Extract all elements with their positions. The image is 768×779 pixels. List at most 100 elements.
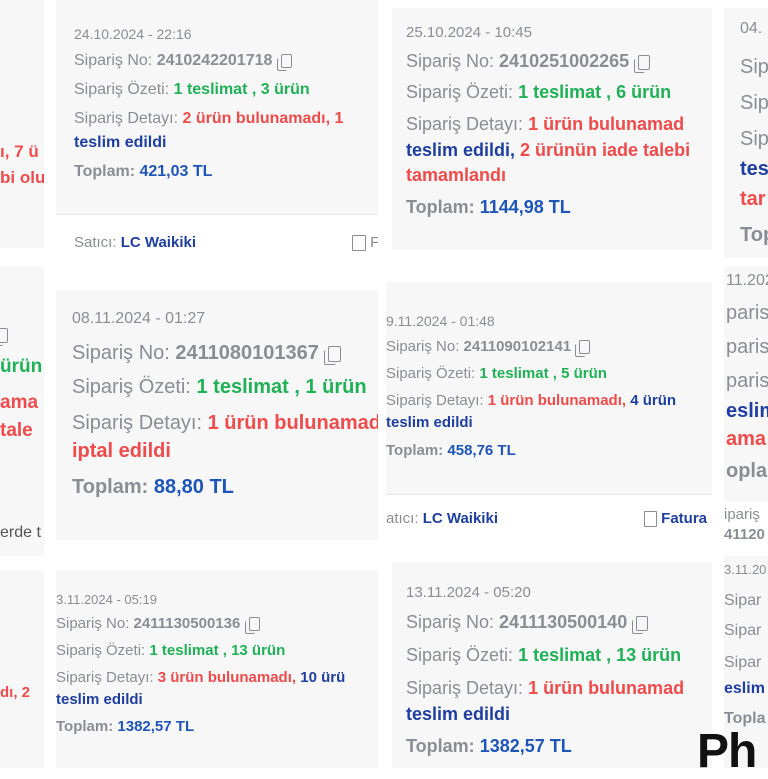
copy-icon[interactable]	[276, 53, 292, 71]
order-no-label: Sip	[740, 56, 768, 78]
order-no-label: Sipariş No:	[406, 51, 495, 71]
order-no-label: ipariş	[724, 506, 760, 523]
total-value: 88,80 TL	[153, 476, 234, 498]
order-status: tes	[740, 158, 768, 180]
order-column-3: 25.10.2024 - 10:45 Sipariş No: 241025100…	[386, 0, 712, 768]
detail-fragment: ama	[0, 392, 39, 413]
order-summary-value: 1 teslimat , 13 ürün	[518, 645, 682, 665]
copy-icon[interactable]	[634, 54, 651, 73]
order-date: 3.11.2024 - 05:19	[56, 592, 157, 607]
order-detail-label: Sip	[740, 128, 768, 150]
order-summary-label: Sipariş Özeti:	[386, 365, 476, 382]
order-detail-value: 1 ürün bulunamad	[528, 678, 685, 698]
summary-fragment: ürün	[0, 356, 43, 377]
copy-icon[interactable]	[0, 327, 8, 346]
order-card[interactable]: dı, 2	[0, 570, 44, 768]
total-label: Toplam:	[74, 163, 136, 180]
total-label: Toplam:	[406, 197, 475, 217]
order-summary-value: 1 teslimat , 13 ürün	[149, 642, 286, 659]
order-card[interactable]: ipariş 41120	[724, 502, 768, 552]
order-card[interactable]: 9.11.2024 - 01:48 Sipariş No: 2411090102…	[386, 282, 712, 494]
order-card[interactable]: 11.202 paris paris paris eslim ama oplar	[724, 266, 768, 502]
text-fragment: erde t	[0, 524, 41, 541]
order-no-label: Sipar	[724, 592, 762, 609]
copy-icon[interactable]	[324, 345, 342, 365]
order-card[interactable]: 04. Sip Sip Sip tes tar Top	[724, 8, 768, 258]
order-card[interactable]: ürün ama tale erde t	[0, 266, 44, 556]
seller-link[interactable]: LC Waikiki	[423, 510, 498, 527]
order-no-value: 2411130500136	[133, 615, 241, 632]
total-value: 1144,98 TL	[479, 197, 571, 217]
order-no-label: Sipariş No:	[56, 615, 130, 632]
order-summary-label: Sipariş Özeti:	[56, 642, 146, 659]
total-value: 1382,57 TL	[479, 736, 572, 756]
total-label: Toplam:	[56, 718, 114, 735]
order-date: 13.11.2024 - 05:20	[406, 584, 531, 601]
order-status: eslim	[726, 400, 768, 422]
order-return-status: tar	[740, 188, 766, 210]
copy-icon[interactable]	[632, 615, 649, 634]
order-no-value: 41120	[724, 526, 765, 543]
order-detail-value: 1 ürün bulunamadı	[207, 412, 378, 434]
order-summary-label: Sipariş Özeti:	[72, 376, 191, 398]
invoice-button[interactable]: F	[352, 234, 378, 252]
order-date: 3.11.20	[724, 562, 767, 577]
order-status: teslim edildi,	[406, 140, 516, 160]
order-status: eslim	[724, 680, 765, 697]
order-summary-value: 1 teslimat , 5 ürün	[479, 365, 607, 382]
order-status: teslim edildi	[386, 414, 473, 431]
divider	[386, 494, 712, 495]
order-card[interactable]: 24.10.2024 - 22:16 Sipariş No: 241024220…	[56, 0, 378, 214]
invoice-icon	[352, 235, 366, 252]
order-detail-label: Sipariş Detayı:	[74, 110, 179, 127]
copy-icon[interactable]	[575, 340, 591, 358]
order-status: iptal edildi	[72, 440, 171, 462]
invoice-label: F	[370, 234, 378, 251]
order-detail-label: Sipariş Detayı:	[72, 412, 203, 434]
order-card[interactable]: ı, 7 ü bi olu	[0, 0, 44, 248]
seller-label: atıcı:	[386, 510, 419, 527]
order-summary-label: Sipariş Özeti:	[74, 81, 170, 98]
total-label: Toplam:	[386, 442, 444, 459]
order-detail-label: Sipariş Detayı:	[386, 392, 484, 409]
order-status: teslim edildi	[56, 691, 143, 708]
status-fragment: bi olu	[0, 168, 44, 187]
order-detail-label: Sipar	[724, 654, 762, 671]
order-no-label: Sipariş No:	[74, 52, 153, 69]
invoice-button[interactable]: Fatura	[644, 510, 708, 528]
divider	[56, 214, 378, 215]
detail-fragment: dı, 2	[0, 684, 31, 701]
order-detail-value: 1 ürün bulunamad	[528, 114, 685, 134]
order-no-label: Sipariş No:	[72, 342, 170, 364]
order-detail-label: Sipariş Detayı:	[56, 669, 154, 686]
order-date: 9.11.2024 - 01:48	[386, 313, 495, 329]
total-label: Top	[740, 224, 768, 246]
copy-icon[interactable]	[244, 617, 260, 635]
total-label: Toplam:	[72, 476, 149, 498]
invoice-label: Fatura	[661, 510, 708, 527]
total-value: 1382,57 TL	[117, 718, 195, 735]
seller-link[interactable]: LC Waikiki	[121, 234, 196, 251]
order-card[interactable]: 25.10.2024 - 10:45 Sipariş No: 241025100…	[392, 8, 712, 250]
order-summary-value: 1 teslimat , 1 ürün	[196, 376, 367, 398]
order-no-value: 2410251002265	[499, 51, 630, 71]
order-summary-label: Sipariş Özeti:	[406, 82, 514, 102]
order-summary-label: Sipariş Özeti:	[406, 645, 514, 665]
seller-row: atıcı: LC Waikiki Fatura	[386, 494, 712, 548]
order-card[interactable]: 08.11.2024 - 01:27 Sipariş No: 241108010…	[56, 290, 378, 540]
total-label: Toplam:	[406, 736, 475, 756]
order-no-value: 2411090102141	[463, 338, 572, 355]
order-detail-label: Sipariş Detayı:	[406, 678, 524, 698]
order-no-value: 2411130500140	[499, 612, 628, 632]
seller-row: Satıcı: LC Waikiki F	[56, 214, 378, 270]
invoice-icon	[644, 511, 657, 528]
order-detail-value: 3 ürün bulunamadı,	[157, 669, 297, 686]
order-return-status: 2 ürünün iade talebi	[520, 140, 691, 160]
order-detail-value: 1 ürün bulunamadı,	[487, 392, 627, 409]
order-return-status: ama	[726, 428, 767, 450]
total-label: oplar	[726, 460, 768, 482]
order-column-4: 04. Sip Sip Sip tes tar Top 11.202 paris…	[724, 0, 768, 768]
order-no-value: 2411080101367	[175, 342, 319, 364]
order-card[interactable]: 3.11.2024 - 05:19 Sipariş No: 2411130500…	[56, 570, 378, 768]
order-card[interactable]: 13.11.2024 - 05:20 Sipariş No: 241113050…	[392, 562, 712, 768]
